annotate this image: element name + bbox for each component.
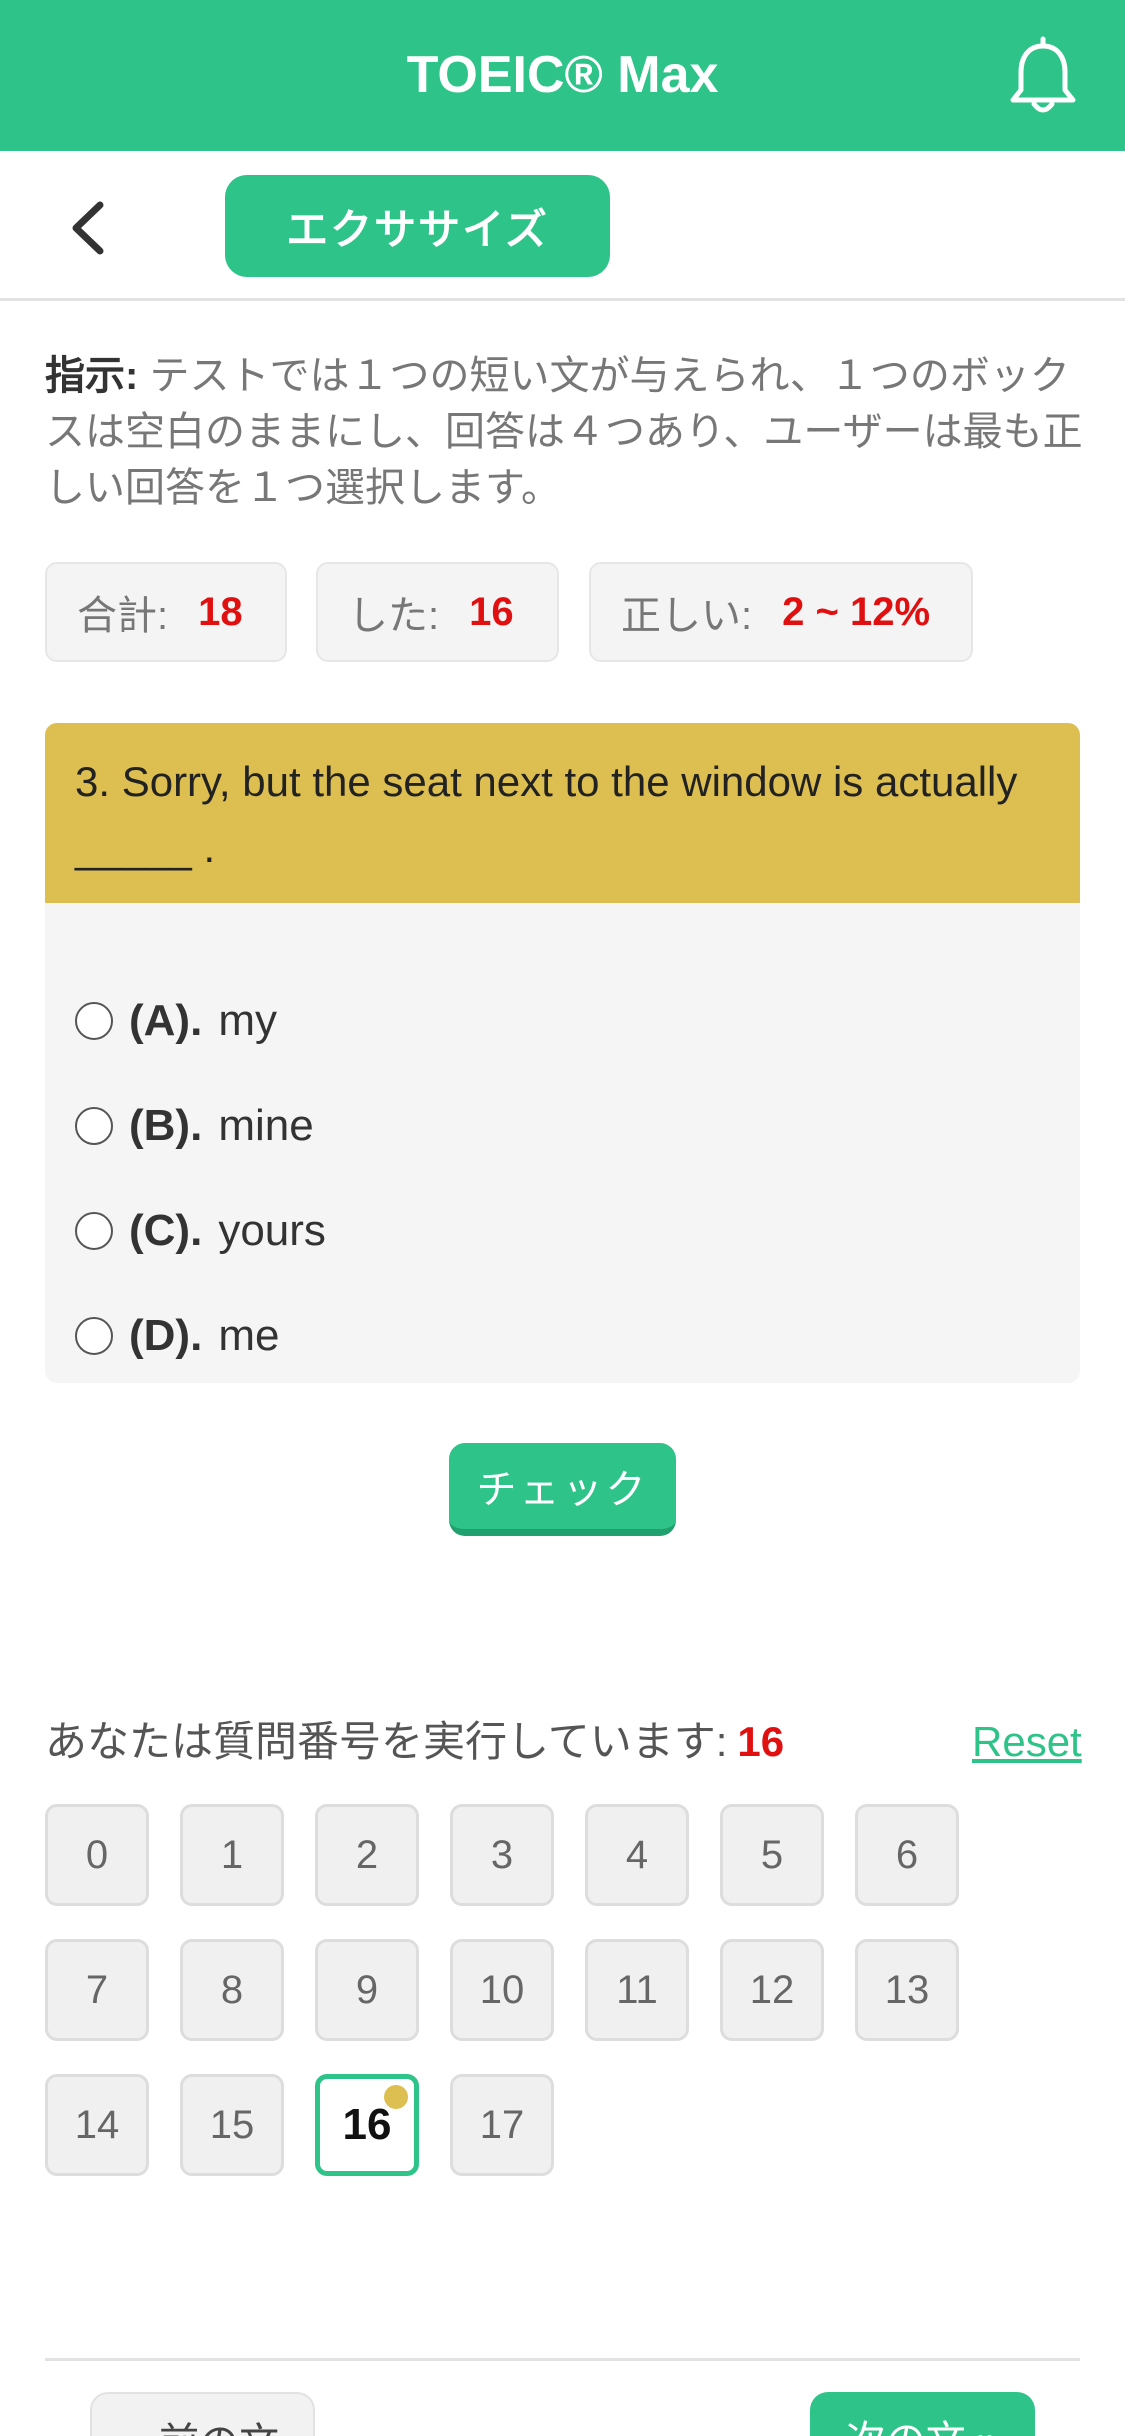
option-text: mine [218,1101,314,1150]
stat-done-label: した: [348,594,440,638]
option-text: my [218,996,277,1045]
app-title: TOEIC® Max [406,46,719,104]
question-number-button[interactable]: 17 [450,2074,554,2176]
bell-icon[interactable] [1008,36,1078,116]
question-number-button[interactable]: 4 [585,1804,689,1906]
stat-done: した: 16 [316,562,559,662]
question-number-button[interactable]: 15 [180,2074,284,2176]
app-header: TOEIC® Max [0,0,1125,151]
option-label: (D). [129,1311,203,1360]
radio-button[interactable] [75,1212,113,1250]
question-number-button[interactable]: 10 [450,1939,554,2041]
previous-sentence-button[interactable]: « 前の文 [90,2392,315,2436]
stat-correct-label: 正しい: [621,594,753,638]
stat-correct: 正しい: 2 ~ 12% [589,562,973,662]
question-number-button[interactable]: 6 [855,1804,959,1906]
question-number-button-active[interactable]: 16 [315,2074,419,2176]
question-text: 3. Sorry, but the seat next to the windo… [45,723,1080,903]
option-a[interactable]: (A). my [75,986,277,1056]
question-number-button[interactable]: 11 [585,1939,689,2041]
instructions-text: テストでは１つの短い文が与えられ、１つのボックスは空白のままにし、回答は４つあり… [45,354,1083,510]
option-text: me [218,1311,280,1360]
next-sentence-button[interactable]: 次の文 » [810,2392,1035,2436]
stat-total-value: 18 [198,589,243,634]
question-card: 3. Sorry, but the seat next to the windo… [45,723,1080,1383]
sub-navigation: エクササイズ [0,151,1125,301]
question-number-button[interactable]: 9 [315,1939,419,2041]
current-question-number: 16 [737,1718,785,1765]
question-number-label: 16 [342,2100,392,2149]
stat-done-value: 16 [469,589,514,634]
option-b[interactable]: (B). mine [75,1091,314,1161]
instructions: 指示: テストでは１つの短い文が与えられ、１つのボックスは空白のままにし、回答は… [45,348,1085,516]
instructions-label: 指示: [45,354,139,398]
option-label: (A). [129,996,203,1045]
footer-divider [45,2358,1080,2361]
stat-correct-value: 2 ~ 12% [782,589,931,634]
tab-exercise[interactable]: エクササイズ [225,175,610,277]
running-question-line: あなたは質問番号を実行しています: 16 [45,1712,784,1772]
chevron-left-icon[interactable] [62,193,122,263]
radio-button[interactable] [75,1317,113,1355]
radio-button[interactable] [75,1002,113,1040]
question-number-button[interactable]: 13 [855,1939,959,2041]
question-number-button[interactable]: 1 [180,1804,284,1906]
question-number-button[interactable]: 14 [45,2074,149,2176]
check-button[interactable]: チェック [449,1443,676,1536]
option-text: yours [218,1206,326,1255]
question-number-button[interactable]: 0 [45,1804,149,1906]
question-number-button[interactable]: 3 [450,1804,554,1906]
option-label: (B). [129,1101,203,1150]
question-number-button[interactable]: 12 [720,1939,824,2041]
question-number-button[interactable]: 2 [315,1804,419,1906]
question-number-button[interactable]: 8 [180,1939,284,2041]
stat-total: 合計: 18 [45,562,287,662]
radio-button[interactable] [75,1107,113,1145]
current-indicator-dot [384,2085,408,2109]
option-c[interactable]: (C). yours [75,1196,326,1266]
option-d[interactable]: (D). me [75,1301,279,1371]
option-label: (C). [129,1206,203,1255]
stat-total-label: 合計: [77,594,169,638]
question-number-button[interactable]: 7 [45,1939,149,2041]
question-number-button[interactable]: 5 [720,1804,824,1906]
running-label: あなたは質問番号を実行しています: [45,1718,728,1765]
reset-link[interactable]: Reset [972,1712,1082,1772]
